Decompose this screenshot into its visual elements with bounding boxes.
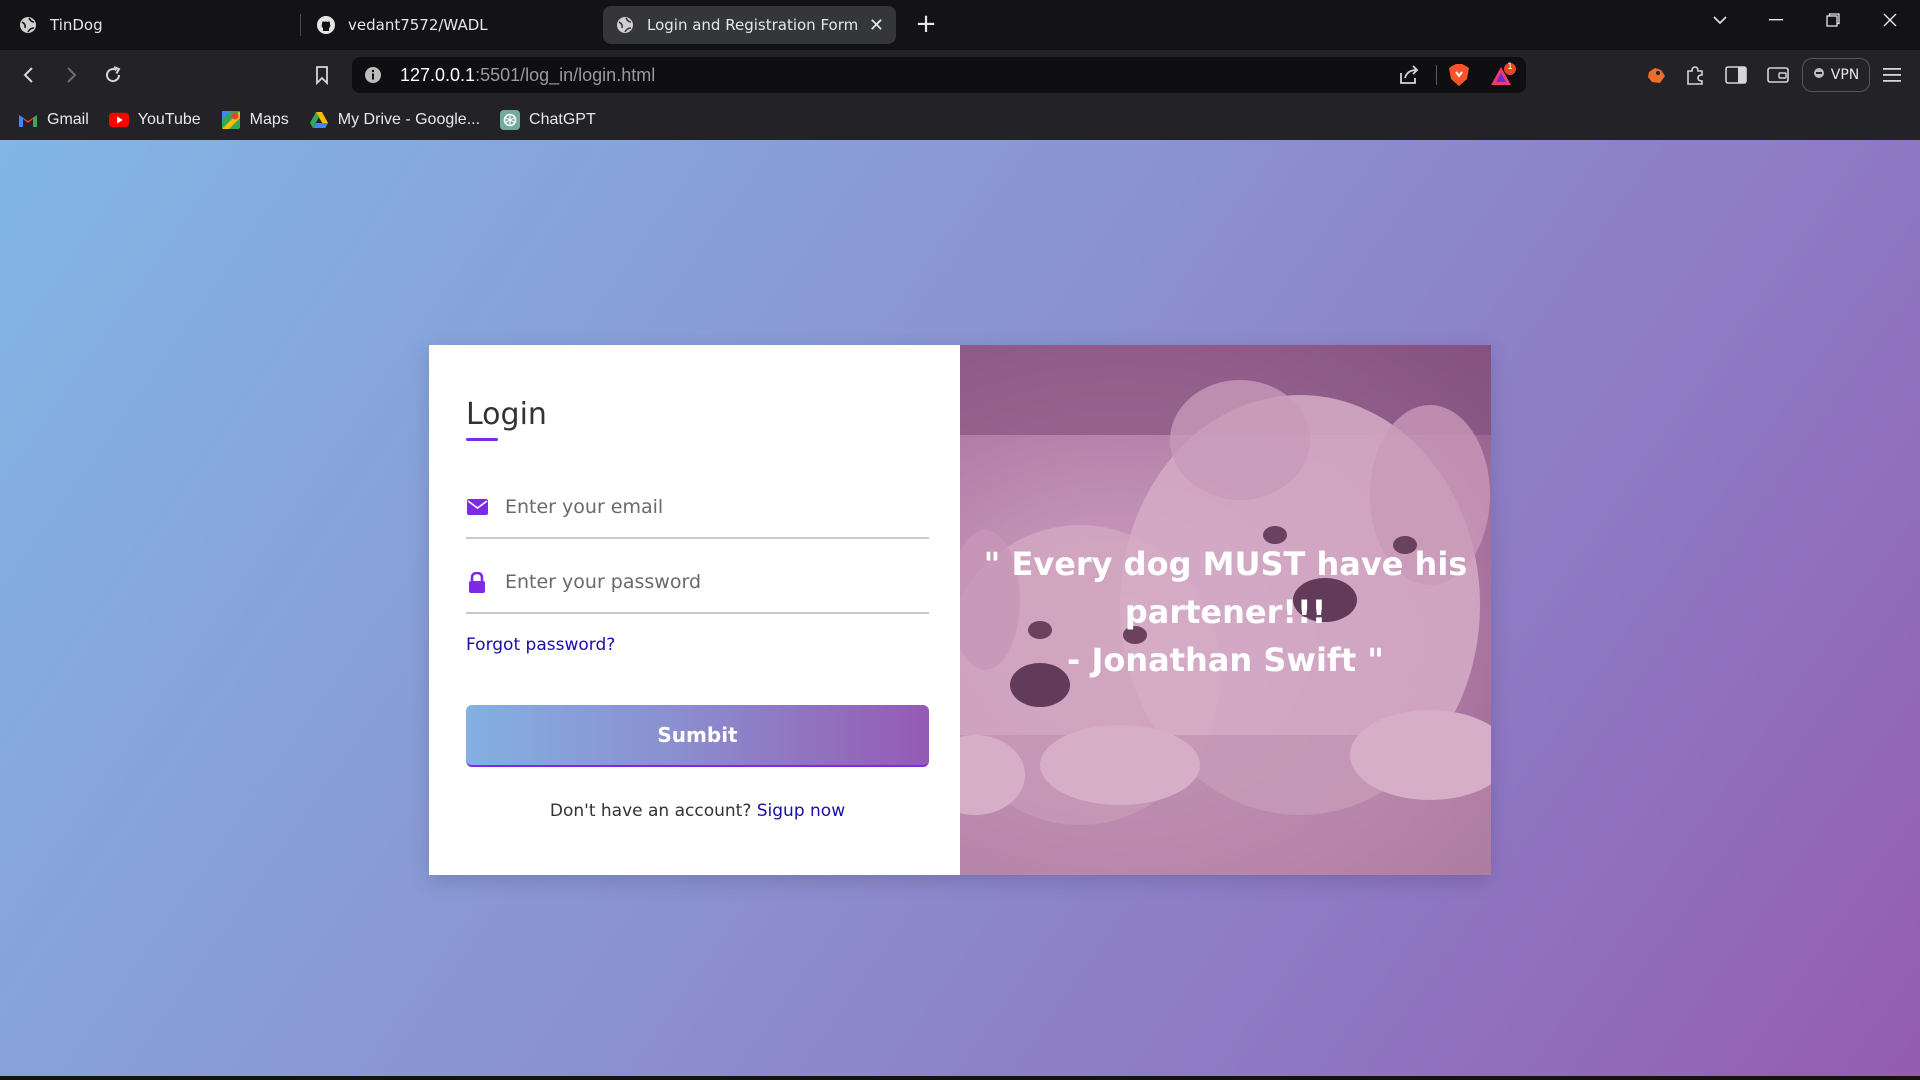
bookmark-gmail[interactable]: Gmail (18, 110, 89, 130)
wallet-icon[interactable] (1762, 59, 1794, 91)
window-bottom-edge (0, 1076, 1920, 1080)
bookmark-label: My Drive - Google... (337, 111, 481, 128)
email-input[interactable] (505, 496, 915, 518)
bookmark-icon[interactable] (306, 59, 338, 91)
sidebar-toggle-icon[interactable] (1720, 59, 1752, 91)
password-input[interactable] (505, 571, 915, 593)
quote-text: " Every dog MUST have his partener!!! - … (960, 540, 1491, 684)
browser-toolbar: 127.0.0.1:5501/log_in/login.html 1 VPN (0, 50, 1920, 100)
lock-icon (466, 571, 488, 593)
menu-icon[interactable] (1876, 59, 1908, 91)
close-tab-icon[interactable]: ✕ (869, 15, 884, 36)
new-tab-button[interactable]: + (910, 8, 942, 40)
brave-shields-icon[interactable] (1448, 63, 1470, 91)
quote-line-3: - Jonathan Swift " (1067, 641, 1384, 679)
github-icon (316, 15, 336, 35)
drive-icon (309, 110, 329, 130)
login-form: Login Forgot password? Sumbit Don't have… (429, 345, 960, 875)
tab-search-icon[interactable] (1692, 0, 1748, 40)
bookmark-label: ChatGPT (529, 111, 596, 128)
site-info-icon[interactable] (364, 66, 382, 88)
address-bar[interactable]: 127.0.0.1:5501/log_in/login.html 1 (352, 57, 1526, 93)
minimize-button[interactable] (1748, 0, 1804, 40)
forgot-password-link[interactable]: Forgot password? (466, 635, 615, 655)
gmail-icon (18, 110, 38, 130)
submit-button[interactable]: Sumbit (466, 705, 929, 767)
brave-leo-icon[interactable] (1640, 59, 1672, 91)
tab-title: vedant7572/WADL (348, 16, 488, 34)
url-path: :5501/log_in/login.html (475, 64, 656, 85)
tab-title: Login and Registration Form in H (647, 16, 857, 34)
tab-strip: TinDog vedant7572/WADL Login and Registr… (0, 0, 1920, 50)
url-text: 127.0.0.1:5501/log_in/login.html (400, 65, 655, 86)
close-window-button[interactable] (1862, 0, 1918, 40)
youtube-icon (108, 110, 129, 130)
bookmark-label: YouTube (137, 111, 201, 128)
email-field (466, 477, 929, 539)
rewards-count: 1 (1507, 62, 1513, 72)
envelope-icon (466, 496, 488, 518)
maps-icon (221, 110, 241, 130)
bookmark-label: Gmail (47, 111, 89, 128)
signup-text: Don't have an account? Sigup now (429, 801, 966, 821)
signup-prompt: Don't have an account? (549, 801, 752, 821)
bookmark-maps[interactable]: Maps (221, 110, 289, 130)
tab-login[interactable]: Login and Registration Form in H ✕ (603, 6, 896, 44)
chatgpt-icon (500, 110, 521, 130)
quote-line-1: " Every dog MUST have his (983, 545, 1468, 583)
forward-arrow-icon[interactable] (55, 59, 87, 91)
extensions-icon[interactable] (1679, 59, 1711, 91)
login-title: Login (466, 397, 547, 432)
vpn-label: VPN (1830, 67, 1860, 83)
puppies-image: " Every dog MUST have his partener!!! - … (960, 345, 1491, 875)
share-icon[interactable] (1398, 65, 1420, 89)
vpn-status-icon (1813, 67, 1825, 83)
tab-separator (300, 14, 301, 36)
brave-rewards-icon[interactable]: 1 (1490, 62, 1516, 91)
login-card: Login Forgot password? Sumbit Don't have… (429, 345, 1491, 875)
back-arrow-icon[interactable] (13, 59, 45, 91)
restore-button[interactable] (1805, 0, 1861, 40)
bookmark-youtube[interactable]: YouTube (108, 110, 201, 130)
omnibox-divider (1436, 65, 1437, 85)
tab-github[interactable]: vedant7572/WADL (304, 6, 594, 44)
signup-link[interactable]: Sigup now (757, 801, 845, 821)
page-background: Login Forgot password? Sumbit Don't have… (0, 140, 1920, 1076)
vpn-button[interactable]: VPN (1802, 58, 1870, 92)
bookmarks-bar: Gmail YouTube Maps My Drive - Google... … (0, 100, 1920, 140)
bookmark-drive[interactable]: My Drive - Google... (309, 110, 480, 130)
globe-icon (615, 15, 635, 35)
bookmark-label: Maps (249, 111, 289, 128)
tab-title: TinDog (50, 16, 103, 34)
tab-tindog[interactable]: TinDog (6, 6, 296, 44)
globe-icon (18, 15, 38, 35)
url-host: 127.0.0.1 (400, 64, 476, 85)
password-field (466, 552, 929, 614)
reload-icon[interactable] (97, 59, 129, 91)
bookmark-chatgpt[interactable]: ChatGPT (500, 110, 596, 130)
title-underline (466, 438, 498, 441)
quote-line-2: partener!!! (1124, 593, 1327, 631)
